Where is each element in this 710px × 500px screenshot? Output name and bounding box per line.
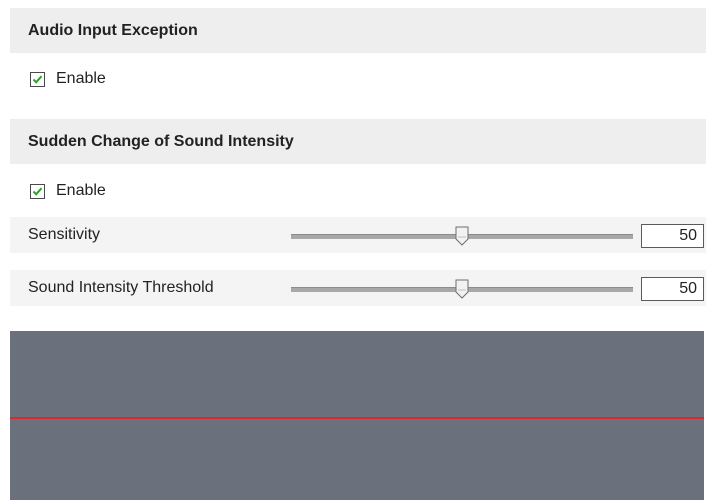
enable-sudden-change-row[interactable]: Enable [30,182,106,200]
section-header-sudden-change: Sudden Change of Sound Intensity [10,119,706,164]
slider-thumb-icon[interactable] [455,279,469,299]
sensitivity-slider[interactable] [291,226,633,246]
threshold-slider[interactable] [291,279,633,299]
sensitivity-value-input[interactable]: 50 [641,224,704,248]
threshold-line [10,417,704,419]
audio-exception-settings: Audio Input Exception Enable Sudden Chan… [0,0,710,500]
enable-sudden-change-checkbox[interactable] [30,183,45,199]
threshold-label: Sound Intensity Threshold [28,279,214,296]
enable-label: Enable [56,182,106,199]
sensitivity-row: Sensitivity 50 [10,217,706,253]
section-header-audio-input-exception: Audio Input Exception [10,8,706,53]
threshold-row: Sound Intensity Threshold 50 [10,270,706,306]
enable-label: Enable [56,70,106,87]
slider-thumb-icon[interactable] [455,226,469,246]
checkmark-icon [32,75,43,84]
section-title: Sudden Change of Sound Intensity [28,132,294,150]
threshold-value-input[interactable]: 50 [641,277,704,301]
sensitivity-label: Sensitivity [28,226,101,243]
section-title: Audio Input Exception [28,21,198,39]
audio-level-graph [10,331,704,500]
enable-audio-input-exception-checkbox[interactable] [30,71,45,87]
enable-audio-input-exception-row[interactable]: Enable [30,70,106,88]
checkmark-icon [32,187,43,196]
